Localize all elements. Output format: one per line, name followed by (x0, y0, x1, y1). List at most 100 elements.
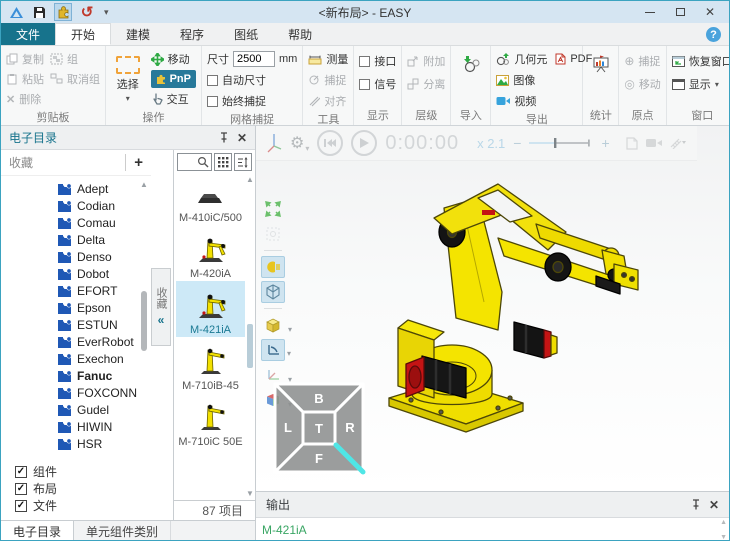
brand-item[interactable]: EverRobot (57, 333, 151, 350)
viewport-3d[interactable]: ⚙▾ 0:00:00 x 2.1 − + (256, 126, 729, 491)
interface-checkbox[interactable] (359, 56, 370, 67)
scroll-up-icon[interactable]: ▲ (140, 180, 148, 189)
interact-button[interactable]: 交互 (151, 89, 196, 109)
close-button[interactable]: ✕ (695, 2, 725, 22)
brand-item[interactable]: Codian (57, 197, 151, 214)
signal-row[interactable]: 信号 (359, 74, 396, 94)
brand-item[interactable]: HSR (57, 435, 151, 452)
model-item[interactable]: M-710iB-45 (176, 337, 245, 393)
solid-view-button[interactable]: ▾ (261, 314, 285, 336)
zoom-selected-button[interactable] (261, 223, 285, 245)
display-menu-button[interactable]: 显示▾ (672, 74, 730, 94)
delete-button[interactable]: ✕删除 (6, 89, 44, 109)
sort-button[interactable] (234, 153, 252, 171)
brand-item[interactable]: HIWIN (57, 418, 151, 435)
export-geometry-button[interactable]: 几何元 (496, 49, 547, 69)
view-cube-label-left[interactable]: L (284, 420, 292, 435)
output-scroll-down-icon[interactable]: ▼ (720, 534, 727, 541)
zoom-fit-button[interactable] (261, 198, 285, 220)
add-favorite-button[interactable]: + (125, 154, 143, 171)
model-scrollbar-thumb[interactable] (247, 324, 253, 368)
filter-files[interactable]: ✓文件 (15, 497, 139, 514)
model-item[interactable]: M-410iC/500 (176, 175, 245, 225)
scroll-down-icon[interactable]: ▼ (246, 489, 254, 498)
size-input[interactable] (233, 51, 275, 67)
move-button[interactable]: 移动 (151, 49, 196, 69)
signal-checkbox[interactable] (359, 79, 370, 90)
brand-item[interactable]: Exechon (57, 350, 151, 367)
model-item-selected[interactable]: M-421iA (176, 281, 245, 337)
origin-snap-button[interactable]: ⊕捕捉 (624, 51, 660, 71)
tab-drawing[interactable]: 图纸 (219, 23, 273, 45)
brand-item[interactable]: FOXCONN (57, 384, 151, 401)
favorites-collapse-tab[interactable]: 收藏 « (151, 268, 171, 346)
output-scrollbar[interactable]: ▲ ▼ (720, 519, 727, 541)
model-scrollbar[interactable]: ▲ ▼ (246, 175, 254, 498)
restore-window-button[interactable]: 恢复窗口 (672, 51, 730, 71)
brand-item[interactable]: EFORT (57, 282, 151, 299)
shading-mode-button[interactable] (261, 281, 285, 303)
save-button[interactable] (30, 3, 48, 21)
brand-item[interactable]: Denso (57, 248, 151, 265)
brand-item[interactable]: Gudel (57, 401, 151, 418)
measure-tool-gray-icon[interactable] (670, 137, 686, 149)
snap-tool-button[interactable]: 捕捉 (308, 70, 348, 90)
filter-layout[interactable]: ✓布局 (15, 480, 139, 497)
auto-size-row[interactable]: 自动尺寸 (207, 70, 297, 90)
tab-modeling[interactable]: 建模 (111, 23, 165, 45)
brand-item[interactable]: Epson (57, 299, 151, 316)
help-button[interactable]: ? (706, 27, 721, 42)
tab-file[interactable]: 文件 (1, 23, 55, 45)
qat-dropdown-icon[interactable]: ▾ (104, 7, 109, 18)
view-cube-label-top[interactable]: T (315, 421, 323, 436)
files-checkbox[interactable]: ✓ (15, 500, 27, 512)
brand-item[interactable]: Comau (57, 214, 151, 231)
export-video-button[interactable]: 视频 (496, 91, 592, 111)
export-image-button[interactable]: 图像 (496, 70, 592, 90)
speed-slider[interactable] (529, 137, 593, 149)
interface-row[interactable]: 接口 (359, 51, 396, 71)
tab-program[interactable]: 程序 (165, 23, 219, 45)
brand-item[interactable]: Dobot (57, 265, 151, 282)
grid-view-button[interactable] (214, 153, 232, 171)
export-pdf-gray-icon[interactable] (626, 137, 638, 150)
view-cube-label-right[interactable]: R (345, 420, 355, 435)
tab-cell-component-category[interactable]: 单元组件类别 (74, 521, 171, 541)
layout-checkbox[interactable]: ✓ (15, 483, 27, 495)
frame-mode-button[interactable]: ▾ (261, 339, 285, 361)
filter-components[interactable]: ✓组件 (15, 463, 139, 480)
catalog-close-icon[interactable]: ✕ (237, 131, 247, 145)
model-item[interactable]: M-420iA (176, 225, 245, 281)
brand-item[interactable]: Delta (57, 231, 151, 248)
always-snap-checkbox[interactable] (207, 96, 218, 107)
origin-move-button[interactable]: ◎移动 (624, 74, 660, 94)
output-close-icon[interactable]: ✕ (709, 498, 719, 512)
select-button[interactable]: 选择 ▾ (111, 49, 145, 109)
model-search-input[interactable] (177, 153, 212, 171)
speed-plus-button[interactable]: + (601, 135, 609, 151)
brand-item[interactable]: ESTUN (57, 316, 151, 333)
components-checkbox[interactable]: ✓ (15, 466, 27, 478)
always-snap-row[interactable]: 始终捕捉 (207, 91, 297, 111)
view-cube[interactable]: B L T R F (269, 378, 369, 481)
tab-help[interactable]: 帮助 (273, 23, 327, 45)
tab-start[interactable]: 开始 (55, 23, 111, 45)
pnp-button[interactable]: PnP (151, 70, 196, 88)
model-item[interactable]: M-710iC 50E (176, 393, 245, 449)
robot-model[interactable] (386, 172, 676, 475)
output-pin-icon[interactable] (691, 499, 701, 510)
view-cube-label-back[interactable]: B (314, 391, 323, 406)
undo-button[interactable]: ↺ (78, 3, 96, 21)
statistics-button[interactable] (588, 49, 613, 79)
rewind-button[interactable] (317, 130, 343, 156)
playback-settings-button[interactable]: ⚙▾ (290, 133, 309, 153)
brand-item-active[interactable]: Fanuc (57, 367, 151, 384)
pin-icon[interactable] (219, 132, 229, 143)
tab-e-catalog[interactable]: 电子目录 (1, 521, 74, 541)
view-cube-label-front[interactable]: F (315, 451, 323, 466)
copy-button[interactable]: 复制 (6, 49, 44, 69)
measure-button[interactable]: 测量 (308, 49, 348, 69)
auto-size-checkbox[interactable] (207, 75, 218, 86)
render-mode-button[interactable] (261, 256, 285, 278)
scroll-up-icon[interactable]: ▲ (246, 175, 254, 184)
